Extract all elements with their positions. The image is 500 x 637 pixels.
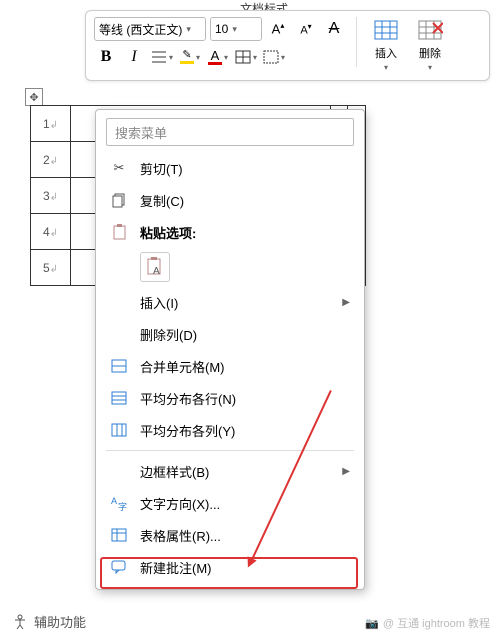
- svg-text:A: A: [153, 266, 160, 277]
- font-color-button[interactable]: A ▾: [206, 45, 230, 69]
- row-number-cell[interactable]: 5↲: [31, 250, 71, 286]
- mini-toolbar: 等线 (西文正文) ▾ 10 ▾ A▴ A▾ A B I ▾ ✎ ▾ A: [85, 10, 490, 81]
- row-number-cell[interactable]: 3↲: [31, 178, 71, 214]
- insert-label: 插入: [375, 45, 397, 61]
- svg-text:A: A: [111, 496, 117, 506]
- comment-icon: [110, 560, 128, 574]
- border-button[interactable]: ▾: [234, 45, 258, 69]
- menu-copy[interactable]: 复制(C): [96, 184, 364, 216]
- row-number-cell[interactable]: 2↲: [31, 142, 71, 178]
- row-number-cell[interactable]: 4↲: [31, 214, 71, 250]
- shrink-font-button[interactable]: A▾: [294, 17, 318, 41]
- chevron-down-icon: ▾: [384, 63, 388, 72]
- context-menu: 搜索菜单 ✂ 剪切(T) 复制(C) 粘贴选项: A 插入(I) ▶ 删除列(D…: [95, 109, 365, 590]
- align-button[interactable]: ▾: [150, 45, 174, 69]
- insert-button[interactable]: 插入 ▾: [367, 17, 405, 74]
- chevron-down-icon: ▾: [281, 53, 285, 62]
- clear-format-button[interactable]: A: [322, 17, 346, 41]
- table-move-handle[interactable]: ✥: [25, 88, 43, 106]
- watermark: 📷@ 互通 ightroom 教程: [365, 615, 490, 631]
- chevron-right-icon: ▶: [342, 297, 350, 308]
- grow-font-button[interactable]: A▴: [266, 17, 290, 41]
- menu-cut[interactable]: ✂ 剪切(T): [96, 152, 364, 184]
- merge-cells-icon: [110, 359, 128, 373]
- scissors-icon: ✂: [110, 160, 128, 176]
- distribute-cols-icon: [110, 423, 128, 437]
- menu-distribute-rows[interactable]: 平均分布各行(N): [96, 382, 364, 414]
- menu-insert[interactable]: 插入(I) ▶: [96, 286, 364, 318]
- svg-text:字: 字: [118, 501, 127, 511]
- menu-table-properties[interactable]: 表格属性(R)...: [96, 519, 364, 551]
- chevron-down-icon: ▾: [253, 53, 257, 62]
- menu-distribute-cols[interactable]: 平均分布各列(Y): [96, 414, 364, 446]
- menu-text-direction[interactable]: A字 文字方向(X)...: [96, 487, 364, 519]
- menu-merge-cells[interactable]: 合并单元格(M): [96, 350, 364, 382]
- chevron-right-icon: ▶: [342, 466, 350, 477]
- font-name-combo[interactable]: 等线 (西文正文) ▾: [94, 17, 206, 41]
- status-bar: 辅助功能: [12, 612, 86, 631]
- highlight-button[interactable]: ✎ ▾: [178, 45, 202, 69]
- accessibility-icon: [12, 614, 28, 630]
- italic-button[interactable]: I: [122, 45, 146, 69]
- menu-new-comment[interactable]: 新建批注(M): [96, 551, 364, 583]
- menu-delete-column[interactable]: 删除列(D): [96, 318, 364, 350]
- paste-option-row: A: [96, 248, 364, 286]
- separator: [106, 450, 354, 451]
- delete-button[interactable]: 删除 ▾: [411, 17, 449, 74]
- accessibility-label[interactable]: 辅助功能: [34, 612, 86, 631]
- delete-table-icon: [417, 19, 443, 43]
- chevron-down-icon: ▾: [224, 53, 228, 62]
- row-number-cell[interactable]: 1↲: [31, 106, 71, 142]
- chevron-down-icon: ▾: [428, 63, 432, 72]
- menu-paste-header: 粘贴选项:: [96, 216, 364, 248]
- chevron-down-icon: ▾: [196, 53, 200, 62]
- paste-keep-text-button[interactable]: A: [140, 252, 170, 282]
- shading-button[interactable]: ▾: [262, 45, 286, 69]
- copy-icon: [110, 193, 128, 208]
- delete-label: 删除: [419, 45, 441, 61]
- bold-button[interactable]: B: [94, 45, 118, 69]
- chevron-down-icon: ▾: [186, 24, 191, 35]
- chevron-down-icon: ▾: [169, 53, 173, 62]
- font-name-value: 等线 (西文正文): [99, 21, 182, 38]
- font-size-value: 10: [215, 22, 228, 36]
- table-properties-icon: [110, 528, 128, 542]
- clipboard-icon: [110, 224, 128, 240]
- insert-table-icon: [373, 19, 399, 43]
- chevron-down-icon: ▾: [232, 24, 237, 35]
- search-placeholder: 搜索菜单: [115, 123, 167, 142]
- menu-border-style[interactable]: 边框样式(B) ▶: [96, 455, 364, 487]
- distribute-rows-icon: [110, 391, 128, 405]
- separator: [356, 17, 357, 67]
- text-direction-icon: A字: [110, 495, 128, 511]
- font-size-combo[interactable]: 10 ▾: [210, 17, 262, 41]
- menu-search-input[interactable]: 搜索菜单: [106, 118, 354, 146]
